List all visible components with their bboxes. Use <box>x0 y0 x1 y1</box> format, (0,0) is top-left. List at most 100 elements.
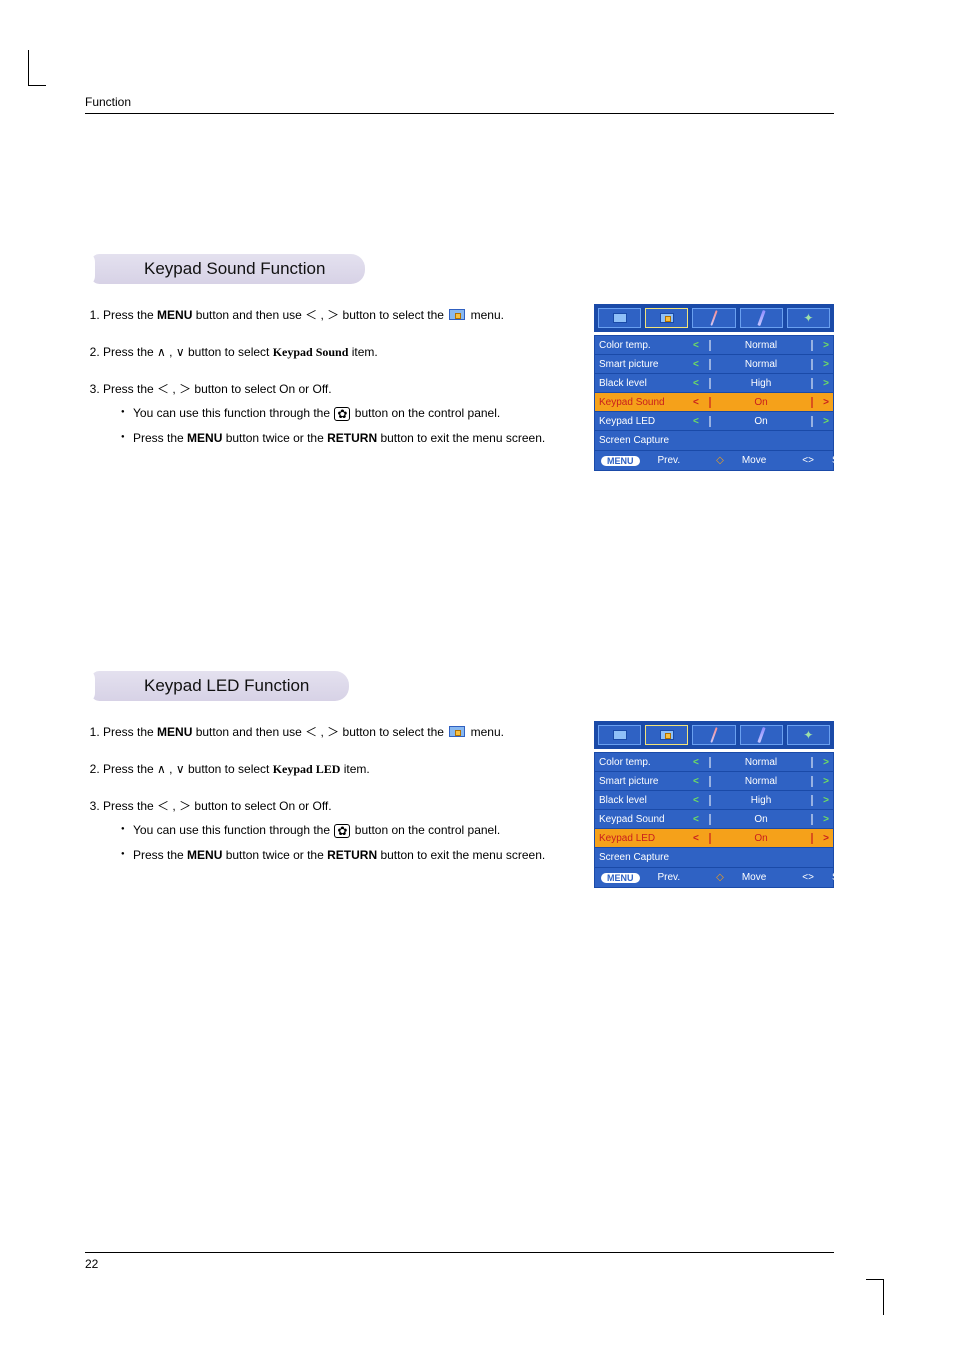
screen-icon <box>613 313 627 323</box>
osd-row-value: On <box>709 833 813 844</box>
left-arrow-icon[interactable]: < <box>693 378 699 389</box>
right-arrow-icon[interactable]: > <box>823 397 829 408</box>
brush-icon <box>710 727 717 743</box>
page-header: Function <box>85 95 834 114</box>
osd-tab-4[interactable] <box>740 308 783 328</box>
step-3: Press the ＜ , ＞ button to select On or O… <box>103 378 576 450</box>
osd-row-value: Normal <box>709 359 813 370</box>
osd-tabs: ✦ <box>594 304 834 332</box>
osd-footer: MENUPrev.◇Move<> Select <box>594 451 834 471</box>
osd-tab-5[interactable]: ✦ <box>787 308 830 328</box>
osd-row-label: Keypad LED <box>599 416 687 427</box>
greater-than-icon: ＞ <box>327 304 339 327</box>
right-arrow-icon[interactable]: > <box>823 814 829 825</box>
osd-row-black-level[interactable]: Black level < High > <box>595 374 833 393</box>
osd-row-value: On <box>709 416 813 427</box>
greater-than-icon: ＞ <box>327 721 339 744</box>
right-arrow-icon[interactable]: > <box>823 359 829 370</box>
osd-tab-1[interactable] <box>598 725 641 745</box>
left-arrow-icon[interactable]: < <box>693 814 699 825</box>
step-3-note-1: You can use this function through the ✿ … <box>125 819 576 842</box>
osd-row-keypad-sound[interactable]: Keypad Sound<On> <box>595 810 833 829</box>
osd-row-black-level[interactable]: Black level<High> <box>595 791 833 810</box>
step-2: Press the ∧ , ∨ button to select Keypad … <box>103 341 576 364</box>
right-arrow-icon[interactable]: > <box>823 757 829 768</box>
osd-tab-4[interactable] <box>740 725 783 745</box>
less-than-icon: ＜ <box>157 378 169 401</box>
osd-row-label: Black level <box>599 378 687 389</box>
left-arrow-icon[interactable]: < <box>693 416 699 427</box>
step-1: Press the MENU button and then use ＜ , ＞… <box>103 721 576 744</box>
osd-row-keypad-led[interactable]: Keypad LED < On > <box>595 829 833 848</box>
osd-row-label: Smart picture <box>599 776 687 787</box>
left-arrow-icon[interactable]: < <box>693 757 699 768</box>
osd-row-screen-capture[interactable]: Screen Capture <box>595 431 833 450</box>
left-arrow-icon[interactable]: < <box>693 340 699 351</box>
osd-row-label: Keypad Sound <box>599 397 687 408</box>
osd-row-smart-picture[interactable]: Smart picture<Normal> <box>595 772 833 791</box>
osd-row-label: Color temp. <box>599 340 687 351</box>
right-arrow-icon[interactable]: > <box>823 378 829 389</box>
down-icon: ∨ <box>176 341 185 364</box>
sparkle-icon: ✦ <box>803 311 813 325</box>
step-3-note-2: Press the MENU button twice or the RETUR… <box>125 844 576 867</box>
osd-tab-3[interactable] <box>692 725 735 745</box>
osd-tab-3[interactable] <box>692 308 735 328</box>
step-1: Press the MENU button and then use ＜ , ＞… <box>103 304 576 327</box>
osd-row-value: High <box>709 378 813 389</box>
left-arrow-icon[interactable]: < <box>693 833 699 844</box>
left-arrow-icon[interactable]: < <box>693 359 699 370</box>
osd-row-keypad-sound[interactable]: Keypad Sound < On > <box>595 393 833 412</box>
osd-tab-1[interactable] <box>598 308 641 328</box>
osd-row-label: Keypad LED <box>599 833 687 844</box>
osd-tab-2[interactable] <box>645 725 688 745</box>
greater-than-icon: ＞ <box>179 378 191 401</box>
menu-pill[interactable]: MENU <box>601 873 640 883</box>
right-arrow-icon[interactable]: > <box>823 833 829 844</box>
osd-tabs: ✦ <box>594 721 834 749</box>
right-arrow-icon[interactable]: > <box>823 416 829 427</box>
right-arrow-icon[interactable]: > <box>823 340 829 351</box>
osd-row-label: Screen Capture <box>599 435 687 446</box>
left-arrow-icon[interactable]: < <box>693 795 699 806</box>
picture-menu-icon <box>449 726 465 737</box>
osd-row-smart-picture[interactable]: Smart picture < Normal > <box>595 355 833 374</box>
osd-row-value: Normal <box>709 757 813 768</box>
right-arrow-icon[interactable]: > <box>823 776 829 787</box>
quick-button-icon: ✿ <box>334 407 350 421</box>
screen-icon <box>613 730 627 740</box>
picture-menu-icon <box>449 309 465 320</box>
osd-row-value: High <box>709 795 813 806</box>
down-icon: ∨ <box>176 758 185 781</box>
left-arrow-icon[interactable]: < <box>693 397 699 408</box>
leftright-icon: <> <box>802 455 814 466</box>
sparkle-icon: ✦ <box>803 728 813 742</box>
footer-move-label: Move <box>742 872 766 883</box>
instructions-sound: Press the MENU button and then use ＜ , ＞… <box>85 304 576 464</box>
osd-menu-led: ✦Color temp.<Normal>Smart picture<Normal… <box>594 721 834 888</box>
step-3-note-1: You can use this function through the ✿ … <box>125 402 576 425</box>
brush2-icon <box>757 727 765 743</box>
osd-row-color-temp[interactable]: Color temp.<Normal> <box>595 336 833 355</box>
footer-select-label: Select <box>832 455 860 466</box>
step-3-note-2: Press the MENU button twice or the RETUR… <box>125 427 576 450</box>
leftright-icon: <> <box>802 872 814 883</box>
osd-row-color-temp[interactable]: Color temp.<Normal> <box>595 753 833 772</box>
crop-mark-bottom-right <box>866 1279 884 1315</box>
osd-row-screen-capture[interactable]: Screen Capture <box>595 848 833 867</box>
right-arrow-icon[interactable]: > <box>823 795 829 806</box>
menu-pill[interactable]: MENU <box>601 456 640 466</box>
left-arrow-icon[interactable]: < <box>693 776 699 787</box>
crop-mark-top-left <box>28 50 46 86</box>
osd-row-value: On <box>709 814 813 825</box>
instructions-led: Press the MENU button and then use ＜ , ＞… <box>85 721 576 881</box>
osd-tab-5[interactable]: ✦ <box>787 725 830 745</box>
footer-select-label: Select <box>832 872 860 883</box>
osd-row-label: Smart picture <box>599 359 687 370</box>
osd-row-keypad-led[interactable]: Keypad LED < On > <box>595 412 833 431</box>
footer-prev-label: Prev. <box>658 872 681 883</box>
page-content: Function Keypad Sound FunctionPress the … <box>85 95 834 1231</box>
step-2: Press the ∧ , ∨ button to select Keypad … <box>103 758 576 781</box>
osd-row-value: On <box>709 397 813 408</box>
osd-tab-2[interactable] <box>645 308 688 328</box>
